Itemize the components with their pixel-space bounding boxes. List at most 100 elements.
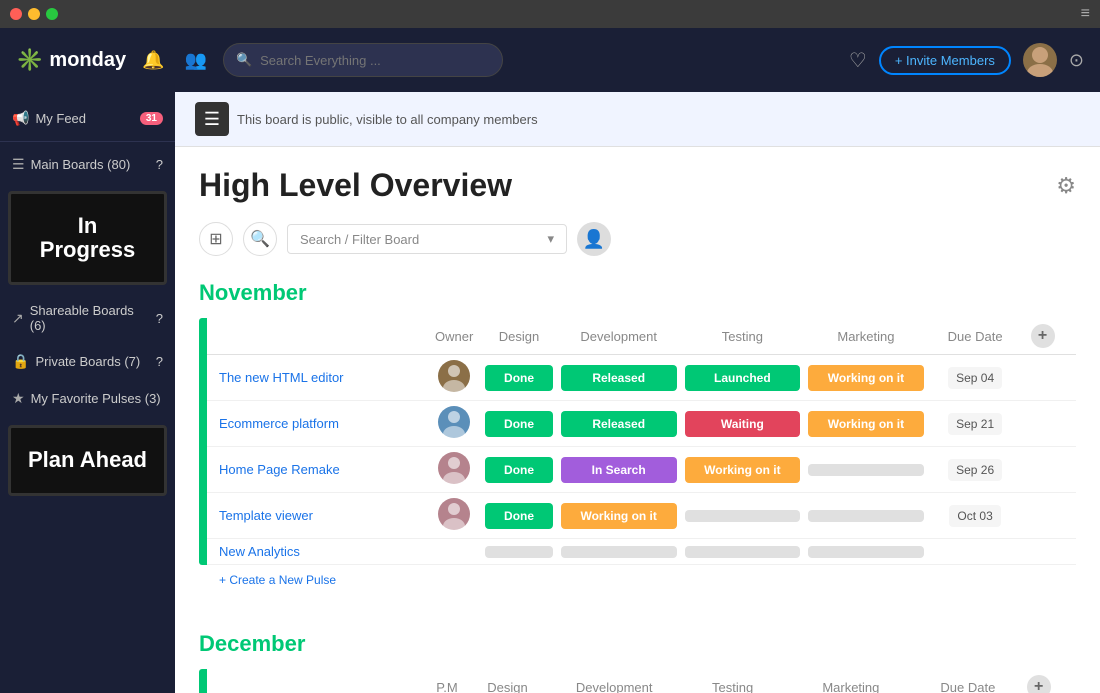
sidebar-item-shareable-boards[interactable]: ↗ Shareable Boards (6) ? (0, 293, 175, 343)
col-add-dec[interactable]: + (1019, 669, 1076, 693)
testing-cell[interactable]: Launched (681, 355, 805, 401)
in-progress-banner: InProgress (8, 191, 167, 285)
search-input[interactable] (260, 53, 490, 68)
board-header: High Level Overview ⚙ (175, 147, 1100, 214)
main-boards-help-icon[interactable]: ? (156, 157, 163, 172)
avatar[interactable] (1023, 43, 1057, 77)
design-cell[interactable]: Done (481, 447, 556, 493)
owner-cell (427, 355, 481, 401)
development-cell[interactable]: Released (557, 401, 681, 447)
item-name[interactable]: Home Page Remake (207, 447, 427, 493)
star-icon: ★ (12, 390, 25, 407)
search-icon: 🔍 (236, 52, 252, 68)
private-boards-help-icon[interactable]: ? (156, 354, 163, 369)
bell-icon[interactable]: 🔔 (138, 50, 168, 71)
design-cell[interactable]: Done (481, 355, 556, 401)
marketing-cell[interactable]: Working on it (804, 401, 928, 447)
sidebar-item-favorites[interactable]: ★ My Favorite Pulses (3) (0, 380, 175, 417)
main-layout: 📢 My Feed 31 ☰ Main Boards (80) ? InProg… (0, 92, 1100, 693)
plan-ahead-label: Plan Ahead (21, 448, 154, 472)
invite-members-button[interactable]: + Invite Members (879, 46, 1011, 75)
december-title: December (199, 631, 1076, 657)
owner-cell (427, 539, 481, 565)
settings-icon[interactable]: ⚙ (1056, 173, 1076, 199)
due-date-cell: Sep 04 (928, 355, 1023, 401)
sidebar-item-my-feed[interactable]: 📢 My Feed 31 (0, 100, 175, 137)
hamburger-icon: ☰ (204, 109, 220, 130)
main-content: ☰ This board is public, visible to all c… (175, 92, 1100, 693)
testing-cell[interactable]: Working on it (681, 447, 805, 493)
november-section: November Owner Design Development Testin… (175, 264, 1100, 595)
marketing-cell[interactable] (804, 493, 928, 539)
person-icon: 👤 (583, 229, 605, 250)
minimize-dot[interactable] (28, 8, 40, 20)
sidebar-item-private-boards[interactable]: 🔒 Private Boards (7) ? (0, 343, 175, 380)
col-item-dec (207, 669, 427, 693)
my-feed-badge: 31 (140, 112, 163, 125)
item-name[interactable]: The new HTML editor (207, 355, 427, 401)
marketing-cell[interactable]: Working on it (804, 355, 928, 401)
col-development-dec: Development (548, 669, 681, 693)
people-icon[interactable]: 👥 (181, 50, 211, 71)
plan-ahead-banner: Plan Ahead (8, 425, 167, 495)
in-progress-label: InProgress (21, 214, 154, 262)
titlebar-menu: ≡ (1081, 5, 1090, 23)
favorites-icon[interactable]: ♡ (849, 48, 867, 73)
item-name[interactable]: Template viewer (207, 493, 427, 539)
testing-cell[interactable]: Waiting (681, 401, 805, 447)
november-title: November (199, 280, 1076, 306)
info-message: This board is public, visible to all com… (237, 112, 538, 127)
col-pm: P.M (427, 669, 467, 693)
logo-text: monday (49, 49, 126, 72)
marketing-cell[interactable] (804, 447, 928, 493)
col-marketing-dec: Marketing (785, 669, 917, 693)
due-date-cell (928, 539, 1023, 565)
extra-cell (1023, 355, 1077, 401)
col-testing-dec: Testing (681, 669, 785, 693)
info-bar: ☰ This board is public, visible to all c… (175, 92, 1100, 147)
col-due-date-dec: Due Date (917, 669, 1019, 693)
item-name[interactable]: Ecommerce platform (207, 401, 427, 447)
development-cell[interactable] (557, 539, 681, 565)
december-section: December P.M Design Development Testing … (175, 615, 1100, 693)
november-create-pulse[interactable]: + Create a New Pulse (207, 565, 1076, 595)
col-design-dec: Design (467, 669, 548, 693)
development-cell[interactable]: In Search (557, 447, 681, 493)
person-filter-button[interactable]: 👤 (577, 222, 611, 256)
december-table: P.M Design Development Testing Marketing… (207, 669, 1076, 693)
development-cell[interactable]: Working on it (557, 493, 681, 539)
logo-icon: ✳️ (16, 47, 43, 73)
lock-icon: 🔒 (12, 353, 29, 370)
testing-cell[interactable] (681, 493, 805, 539)
col-add[interactable]: + (1023, 318, 1077, 355)
design-cell[interactable]: Done (481, 493, 556, 539)
view-toggle-button[interactable]: ⊞ (199, 222, 233, 256)
menu-button[interactable]: ☰ (195, 102, 229, 136)
owner-cell (427, 493, 481, 539)
november-left-bar (199, 318, 207, 565)
item-name[interactable]: New Analytics (207, 539, 427, 565)
close-dot[interactable] (10, 8, 22, 20)
sidebar-item-main-boards[interactable]: ☰ Main Boards (80) ? (0, 146, 175, 183)
sidebar-divider-1 (0, 141, 175, 142)
maximize-dot[interactable] (46, 8, 58, 20)
header-right: ♡ + Invite Members ⊙ (849, 43, 1084, 77)
board-toolbar: ⊞ 🔍 Search / Filter Board ▾ 👤 (175, 214, 1100, 264)
search-bar[interactable]: 🔍 (223, 43, 503, 77)
filter-input[interactable]: Search / Filter Board ▾ (287, 224, 567, 254)
app-header: ✳️ monday 🔔 👥 🔍 ♡ + Invite Members ⊙ (0, 28, 1100, 92)
design-cell[interactable] (481, 539, 556, 565)
marketing-cell[interactable] (804, 539, 928, 565)
development-cell[interactable]: Released (557, 355, 681, 401)
menu-icon[interactable]: ≡ (1081, 5, 1090, 23)
december-left-bar (199, 669, 207, 693)
shareable-boards-help-icon[interactable]: ? (156, 311, 163, 326)
design-cell[interactable]: Done (481, 401, 556, 447)
due-date-cell: Oct 03 (928, 493, 1023, 539)
board-title: High Level Overview (199, 167, 512, 204)
table-row: Home Page Remake Done In Search Working … (207, 447, 1076, 493)
search-filter-button[interactable]: 🔍 (243, 222, 277, 256)
account-menu-icon[interactable]: ⊙ (1069, 50, 1084, 71)
testing-cell[interactable] (681, 539, 805, 565)
table-row: Ecommerce platform Done Released Waiting… (207, 401, 1076, 447)
